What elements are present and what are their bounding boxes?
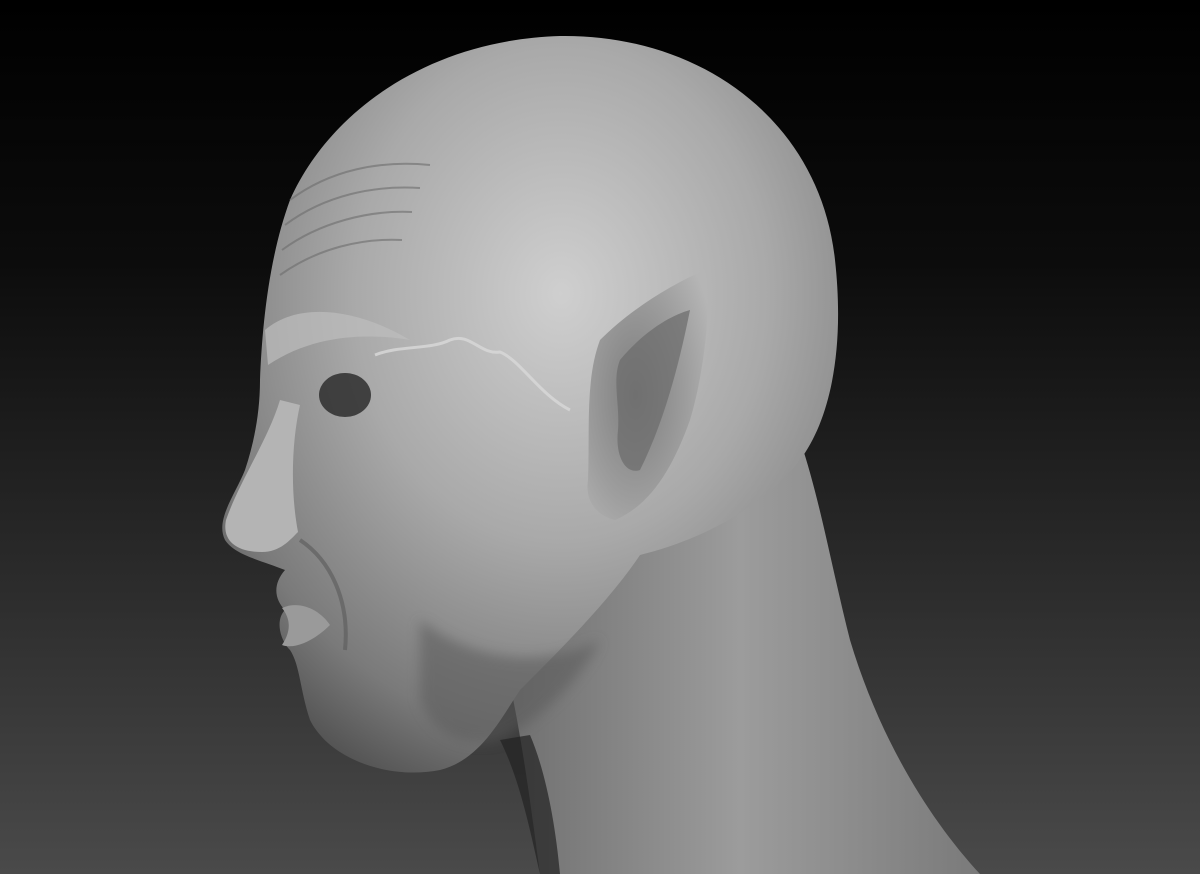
sculpt-viewport	[0, 0, 1200, 874]
eye-socket	[319, 373, 371, 417]
sculpt-render	[222, 35, 980, 874]
